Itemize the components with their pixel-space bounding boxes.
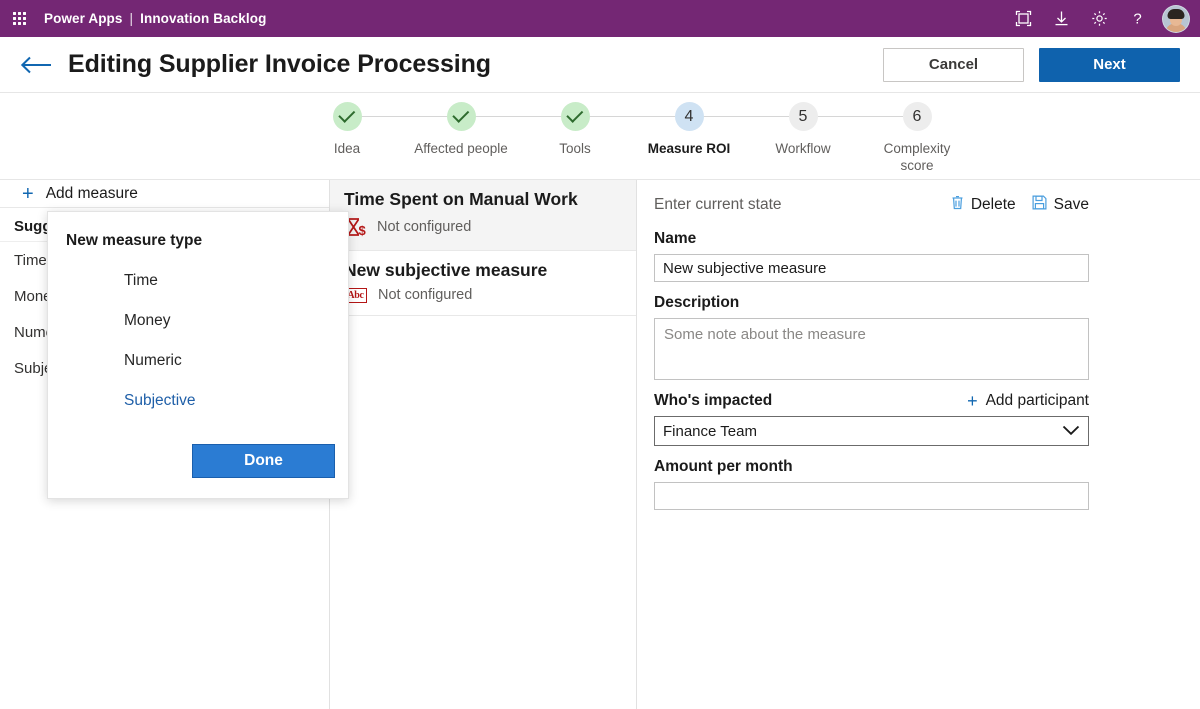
new-measure-type-popup: New measure type Time Money Numeric Subj… xyxy=(47,211,349,499)
step-workflow[interactable]: 5 Workflow xyxy=(746,102,903,157)
amount-input[interactable] xyxy=(654,482,1089,510)
add-measure-button[interactable]: + Add measure xyxy=(0,180,329,208)
step-label: Affected people xyxy=(414,141,508,156)
measure-card-time-spent[interactable]: Time Spent on Manual Work $ Not configur… xyxy=(330,180,636,251)
svg-text:$: $ xyxy=(359,223,367,238)
cancel-button[interactable]: Cancel xyxy=(883,47,1024,82)
step-label: Tools xyxy=(559,141,591,156)
command-actions: Cancel Next xyxy=(883,47,1200,82)
step-connector xyxy=(589,116,675,117)
wizard-steps: Idea Affected people Tools 4 Measure ROI… xyxy=(290,102,974,174)
done-button[interactable]: Done xyxy=(192,444,335,478)
measure-type-option-subjective[interactable]: Subjective xyxy=(124,392,348,410)
step-bubble: 6 xyxy=(902,102,932,131)
brand-separator: | xyxy=(129,11,134,26)
measures-mid-pane: Time Spent on Manual Work $ Not configur… xyxy=(330,180,637,709)
step-bubble-done xyxy=(560,102,590,131)
command-bar: Editing Supplier Invoice Processing Canc… xyxy=(0,37,1200,93)
step-bubble-done xyxy=(332,102,362,131)
add-participant-button[interactable]: + Add participant xyxy=(967,392,1089,410)
measure-sub: Abc Not configured xyxy=(344,287,622,303)
detail-actions: Delete Save xyxy=(951,195,1089,215)
step-connector xyxy=(817,116,903,117)
download-icon[interactable] xyxy=(1042,0,1080,37)
detail-header: Enter current state Delete Save xyxy=(637,192,1200,218)
help-icon[interactable]: ? xyxy=(1118,0,1156,37)
popup-title: New measure type xyxy=(66,232,203,249)
step-bubble: 5 xyxy=(788,102,818,131)
amount-label: Amount per month xyxy=(654,458,793,475)
next-button[interactable]: Next xyxy=(1039,47,1180,82)
waffle-icon[interactable] xyxy=(0,12,38,25)
measure-title: New subjective measure xyxy=(344,260,548,280)
measure-type-option-numeric[interactable]: Numeric xyxy=(124,352,348,370)
step-label: Idea xyxy=(333,141,361,156)
gear-icon[interactable] xyxy=(1080,0,1118,37)
fullscreen-icon[interactable] xyxy=(1004,0,1042,37)
svg-text:?: ? xyxy=(1133,11,1141,28)
back-arrow-icon[interactable] xyxy=(20,55,58,75)
measure-card-new-subjective[interactable]: New subjective measure Abc Not configure… xyxy=(330,251,636,316)
measure-detail-pane: Enter current state Delete Save Name New… xyxy=(637,180,1200,709)
step-label: Complexity score xyxy=(883,141,951,173)
step-label: Workflow xyxy=(775,141,831,156)
step-bubble-active: 4 xyxy=(674,102,704,131)
measure-sub: $ Not configured xyxy=(344,216,622,238)
description-input[interactable]: Some note about the measure xyxy=(654,318,1089,380)
suite-brand: Power Apps | Innovation Backlog xyxy=(44,11,266,26)
chevron-down-icon xyxy=(1062,423,1080,440)
suite-actions: ? xyxy=(1004,0,1200,37)
step-connector xyxy=(703,116,789,117)
suite-bar: Power Apps | Innovation Backlog ? xyxy=(0,0,1200,37)
plus-icon: + xyxy=(22,182,34,205)
avatar[interactable] xyxy=(1162,4,1190,33)
participant-value: Finance Team xyxy=(663,422,757,440)
measure-status: Not configured xyxy=(378,287,473,303)
delete-button[interactable]: Delete xyxy=(951,195,1016,215)
trash-icon xyxy=(951,195,964,215)
page-title: Editing Supplier Invoice Processing xyxy=(68,50,491,78)
step-label: Measure ROI xyxy=(647,141,731,156)
app-name-label[interactable]: Innovation Backlog xyxy=(140,11,266,26)
brand-label[interactable]: Power Apps xyxy=(44,11,123,26)
participant-select[interactable]: Finance Team xyxy=(654,416,1089,446)
step-tools[interactable]: Tools xyxy=(518,102,675,157)
step-idea[interactable]: Idea xyxy=(290,102,447,157)
measure-title: Time Spent on Manual Work xyxy=(344,189,578,209)
add-participant-label: Add participant xyxy=(985,392,1089,409)
measure-type-option-money[interactable]: Money xyxy=(124,312,348,330)
wizard-stepper: Idea Affected people Tools 4 Measure ROI… xyxy=(0,94,1200,180)
measure-status: Not configured xyxy=(377,219,472,235)
add-measure-label: Add measure xyxy=(45,184,138,202)
impacted-label: Who's impacted xyxy=(654,392,773,409)
description-label: Description xyxy=(654,294,740,311)
step-connector xyxy=(361,116,447,117)
name-input[interactable]: New subjective measure xyxy=(654,254,1089,282)
step-measure-roi[interactable]: 4 Measure ROI xyxy=(632,102,789,157)
save-button[interactable]: Save xyxy=(1032,195,1089,215)
name-label: Name xyxy=(654,230,697,247)
current-state-label: Enter current state xyxy=(654,196,782,213)
save-label: Save xyxy=(1053,196,1089,213)
delete-label: Delete xyxy=(970,196,1016,213)
plus-icon: + xyxy=(967,391,978,411)
step-complexity-score[interactable]: 6 Complexity score xyxy=(860,102,974,174)
save-disk-icon xyxy=(1032,195,1047,215)
measure-type-option-time[interactable]: Time xyxy=(124,272,348,290)
impacted-row: Who's impacted + Add participant xyxy=(654,392,1089,410)
step-connector xyxy=(475,116,561,117)
step-affected-people[interactable]: Affected people xyxy=(404,102,561,157)
step-bubble-done xyxy=(446,102,476,131)
